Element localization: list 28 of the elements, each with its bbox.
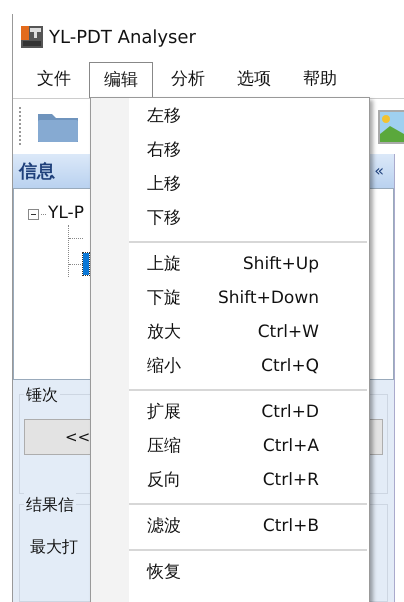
menu-bar-item[interactable]: 选项 — [223, 62, 285, 98]
tree-item[interactable]: YL-P — [48, 201, 84, 227]
menu-bar-item[interactable]: 编辑 — [89, 62, 153, 98]
menu-bar-item[interactable]: 分析 — [157, 62, 219, 98]
menu-item[interactable]: 放大 Ctrl+W — [91, 316, 369, 350]
menu-item[interactable]: 扩展 Ctrl+D — [91, 396, 369, 430]
menu-item[interactable]: 左移 — [91, 100, 369, 134]
field-label: 最大打 — [30, 537, 78, 556]
menu-item[interactable]: 缩小 Ctrl+Q — [91, 350, 369, 384]
menu-item[interactable]: 上移 — [91, 168, 369, 202]
menu-item[interactable]: 滤波 Ctrl+B — [91, 510, 369, 544]
collapse-toggle-icon[interactable] — [28, 208, 39, 220]
menu-bar-item[interactable]: 帮助 — [289, 62, 351, 98]
menu-item[interactable]: 右移 — [91, 134, 369, 168]
collapse-button[interactable]: « — [374, 159, 384, 183]
menu-item[interactable]: 反向 Ctrl+R — [91, 464, 369, 498]
panel-title: 信息 — [19, 160, 55, 184]
grip-icon — [19, 106, 22, 146]
menu-item[interactable]: 下移 — [91, 202, 369, 236]
picture-icon[interactable] — [378, 110, 404, 144]
menu-item[interactable]: 压缩 Ctrl+A — [91, 430, 369, 464]
selected-tree-node[interactable] — [83, 253, 89, 275]
menu-item[interactable]: 下旋 Shift+Down — [91, 282, 369, 316]
app-logo-icon — [21, 26, 43, 48]
window-title: YL-PDT Analyser — [49, 26, 196, 50]
menu-bar-item[interactable]: 文件 — [23, 62, 85, 98]
menu-item[interactable]: 恢复 — [91, 556, 369, 590]
menu-item[interactable]: 上旋 Shift+Up — [91, 248, 369, 282]
